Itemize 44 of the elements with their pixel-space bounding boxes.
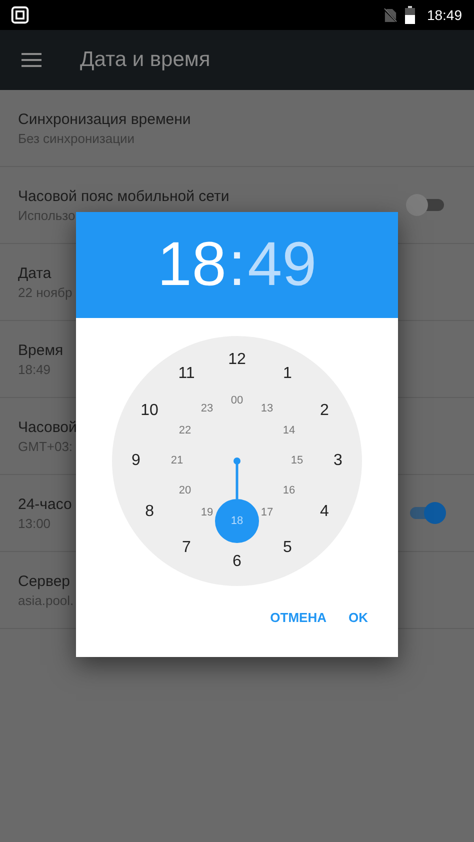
hour-number[interactable]: 3 [334, 453, 342, 469]
hour-display[interactable]: 18 [157, 234, 226, 296]
clock-hand[interactable] [234, 458, 240, 499]
setting-title[interactable]: Дата [18, 264, 52, 282]
hour-number[interactable]: 17 [260, 507, 274, 518]
hour-number[interactable]: 15 [290, 456, 304, 466]
hour-number[interactable]: 11 [178, 366, 195, 382]
hour-number[interactable]: 21 [170, 456, 184, 466]
hour-number[interactable]: 22 [178, 426, 192, 436]
hour-number[interactable]: 10 [140, 402, 158, 418]
dialog-button[interactable]: OK [344, 606, 372, 629]
toggle-switch[interactable] [406, 193, 446, 217]
setting-title[interactable]: 24-часо [18, 496, 72, 512]
hour-number[interactable]: 13 [260, 404, 274, 415]
hour-number[interactable]: 1 [283, 366, 292, 382]
hour-number[interactable]: 8 [145, 504, 154, 520]
hour-number[interactable]: 14 [282, 426, 296, 436]
battery-icon [404, 6, 415, 24]
no-sim-icon [384, 8, 397, 22]
hour-number[interactable]: 20 [178, 486, 192, 496]
setting-title[interactable]: Синхронизация времени [18, 110, 191, 128]
setting-title[interactable]: Сервер [18, 572, 70, 590]
hour-number[interactable]: 5 [283, 540, 292, 556]
hour-number[interactable]: 9 [132, 453, 140, 469]
hour-number[interactable]: 00 [230, 396, 244, 406]
toolbar-title: Дата и время [80, 48, 210, 72]
hour-number[interactable]: 23 [200, 404, 214, 415]
menu-icon[interactable] [21, 53, 42, 67]
hour-number[interactable]: 6 [232, 554, 242, 570]
hour-number[interactable]: 2 [320, 402, 329, 418]
setting-title[interactable]: Часовой пояс мобильной сети [18, 188, 230, 204]
setting-title[interactable]: Часовой [18, 418, 77, 436]
hour-number[interactable]: 7 [182, 540, 191, 556]
minute-display[interactable]: 49 [248, 234, 317, 296]
hour-number[interactable]: 18 [215, 499, 259, 543]
status-time: 18:49 [426, 7, 462, 23]
hour-number[interactable]: 19 [200, 507, 214, 518]
hour-number[interactable]: 4 [320, 504, 329, 520]
hour-number[interactable]: 12 [228, 352, 246, 368]
dialog-button[interactable]: ОТМЕНА [266, 606, 330, 629]
setting-title[interactable]: Время [18, 342, 64, 358]
hour-number[interactable]: 16 [282, 486, 296, 496]
time-separator: : [228, 234, 246, 296]
screenshot-icon [11, 6, 29, 24]
